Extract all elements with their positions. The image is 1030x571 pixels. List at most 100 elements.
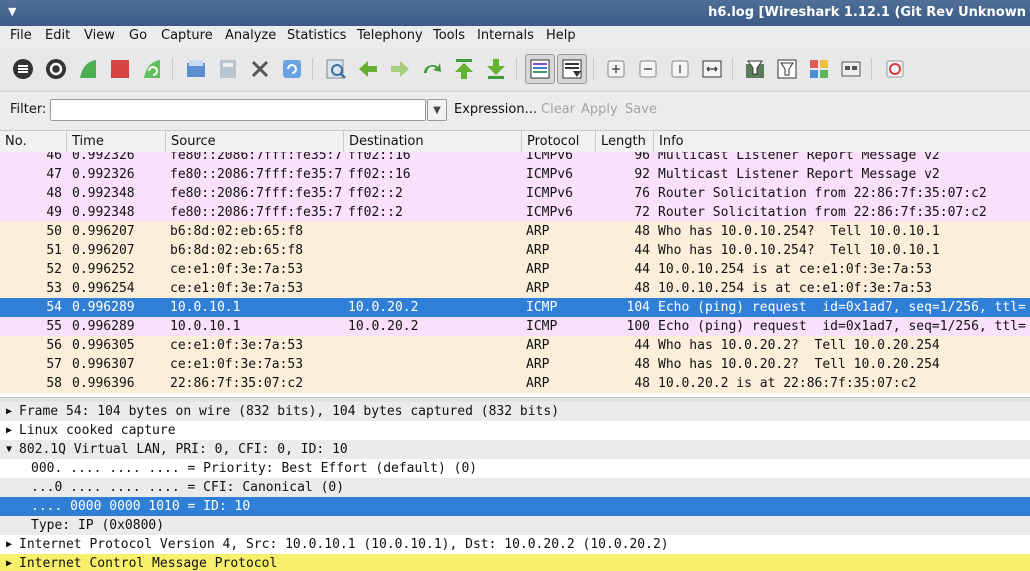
open-file-icon[interactable]: [183, 56, 209, 82]
column-header-length[interactable]: Length: [596, 131, 654, 152]
packet-row[interactable]: 57 0.996307 ce:e1:0f:3e:7a:53 ARP 48 Who has …: [0, 355, 1030, 374]
capture-filters-icon[interactable]: [742, 56, 768, 82]
packet-row[interactable]: 56 0.996305 ce:e1:0f:3e:7a:53 ARP 44 Who has …: [0, 336, 1030, 355]
menu-help[interactable]: Help: [546, 28, 576, 43]
stop-capture-icon[interactable]: [107, 56, 133, 82]
interfaces-icon[interactable]: [10, 56, 36, 82]
save-file-icon[interactable]: [215, 56, 241, 82]
cell-protocol: ICMP: [526, 319, 558, 334]
packet-row[interactable]: 53 0.996254 ce:e1:0f:3e:7a:53 ARP 48 10.0.10.…: [0, 279, 1030, 298]
detail-tree-item[interactable]: 000. .... .... .... = Priority: Best Eff…: [0, 459, 1030, 478]
packet-row[interactable]: 54 0.996289 10.0.10.1 10.0.20.2 ICMP 104 Echo …: [0, 298, 1030, 317]
zoom-in-icon[interactable]: [603, 56, 629, 82]
menu-tools[interactable]: Tools: [433, 28, 465, 43]
cell-length: 72: [634, 205, 650, 220]
packet-row[interactable]: 47 0.992326 fe80::2086:7fff:fe35:7 ff02::16…: [0, 165, 1030, 184]
menu-edit[interactable]: Edit: [45, 28, 70, 43]
expand-closed-icon[interactable]: ▶: [6, 421, 12, 440]
close-file-icon[interactable]: [247, 56, 273, 82]
detail-tree-item[interactable]: ...0 .... .... .... = CFI: Canonical (0): [0, 478, 1030, 497]
restart-capture-icon[interactable]: [139, 56, 165, 82]
options-icon[interactable]: [43, 56, 69, 82]
cell-source: 22:86:7f:35:07:c2: [170, 376, 304, 391]
filter-bar: Filter: ▼ Expression... Clear Apply Save: [0, 92, 1030, 131]
go-first-icon[interactable]: [451, 56, 477, 82]
reload-icon[interactable]: [279, 56, 305, 82]
colorize-icon[interactable]: [525, 54, 555, 84]
title-bar: ▼ h6.log [Wireshark 1.12.1 (Git Rev Unkn…: [0, 0, 1030, 26]
column-header-destination[interactable]: Destination: [344, 131, 522, 152]
go-last-icon[interactable]: [483, 56, 509, 82]
resize-columns-icon[interactable]: [699, 56, 725, 82]
cell-no: 48: [46, 186, 62, 201]
preferences-icon[interactable]: [838, 56, 864, 82]
cell-protocol: ICMPv6: [526, 186, 573, 201]
cell-info: Router Solicitation from 22:86:7f:35:07:…: [658, 205, 987, 220]
menu-telephony[interactable]: Telephony: [357, 28, 423, 43]
column-header-source[interactable]: Source: [166, 131, 344, 152]
filter-label: Filter:: [10, 102, 47, 117]
window-menu-icon[interactable]: ▼: [8, 5, 16, 18]
column-header-time[interactable]: Time: [67, 131, 166, 152]
detail-tree-item[interactable]: ▼ 802.1Q Virtual LAN, PRI: 0, CFI: 0, ID:…: [0, 440, 1030, 459]
normal-size-icon[interactable]: [667, 56, 693, 82]
packet-row[interactable]: 52 0.996252 ce:e1:0f:3e:7a:53 ARP 44 10.0.10.…: [0, 260, 1030, 279]
menu-go[interactable]: Go: [129, 28, 147, 43]
expand-open-icon[interactable]: ▼: [6, 440, 12, 459]
menu-view[interactable]: View: [84, 28, 115, 43]
menu-file[interactable]: File: [10, 28, 32, 43]
packet-row[interactable]: 48 0.992348 fe80::2086:7fff:fe35:7 ff02::2 I…: [0, 184, 1030, 203]
detail-tree-item[interactable]: ▶ Internet Control Message Protocol: [0, 554, 1030, 571]
chevron-down-icon: ▼: [433, 104, 441, 116]
cell-time: 0.996396: [72, 376, 135, 391]
cell-no: 58: [46, 376, 62, 391]
filter-input[interactable]: [50, 99, 426, 121]
coloring-rules-icon[interactable]: [806, 56, 832, 82]
help-icon[interactable]: [882, 56, 908, 82]
cell-time: 0.992326: [72, 152, 135, 163]
cell-protocol: ARP: [526, 338, 550, 353]
cell-protocol: ARP: [526, 224, 550, 239]
filter-dropdown-button[interactable]: ▼: [427, 99, 447, 121]
packet-details-pane[interactable]: ▶ Frame 54: 104 bytes on wire (832 bits),…: [0, 402, 1030, 571]
start-capture-icon[interactable]: [75, 56, 101, 82]
detail-tree-item[interactable]: .... 0000 0000 1010 = ID: 10: [0, 497, 1030, 516]
detail-tree-item[interactable]: ▶ Internet Protocol Version 4, Src: 10.0.…: [0, 535, 1030, 554]
expand-closed-icon[interactable]: ▶: [6, 554, 12, 571]
cell-source: fe80::2086:7fff:fe35:7: [170, 152, 342, 163]
menu-capture[interactable]: Capture: [161, 28, 213, 43]
packet-row[interactable]: 46 0.992326 fe80::2086:7fff:fe35:7 ff02::16…: [0, 152, 1030, 165]
packet-row[interactable]: 50 0.996207 b6:8d:02:eb:65:f8 ARP 48 Who has …: [0, 222, 1030, 241]
menu-statistics[interactable]: Statistics: [287, 28, 346, 43]
column-header-no[interactable]: No.: [0, 131, 67, 152]
zoom-out-icon[interactable]: [635, 56, 661, 82]
expand-closed-icon[interactable]: ▶: [6, 535, 12, 554]
go-back-icon[interactable]: [355, 56, 381, 82]
clear-button[interactable]: Clear: [541, 102, 575, 117]
menu-analyze[interactable]: Analyze: [225, 28, 276, 43]
apply-button[interactable]: Apply: [581, 102, 618, 117]
cell-info: 10.0.10.254 is at ce:e1:0f:3e:7a:53: [658, 262, 932, 277]
column-header-protocol[interactable]: Protocol: [522, 131, 596, 152]
display-filters-icon[interactable]: [774, 56, 800, 82]
cell-protocol: ICMPv6: [526, 152, 573, 163]
packet-list[interactable]: 46 0.992326 fe80::2086:7fff:fe35:7 ff02::16…: [0, 152, 1030, 397]
packet-row[interactable]: 49 0.992348 fe80::2086:7fff:fe35:7 ff02::2 I…: [0, 203, 1030, 222]
detail-tree-item[interactable]: Type: IP (0x0800): [0, 516, 1030, 535]
expand-closed-icon[interactable]: ▶: [6, 402, 12, 421]
find-packet-icon[interactable]: [323, 56, 349, 82]
menu-internals[interactable]: Internals: [477, 28, 534, 43]
save-filter-button[interactable]: Save: [625, 102, 657, 117]
cell-protocol: ICMPv6: [526, 167, 573, 182]
packet-row[interactable]: 55 0.996289 10.0.10.1 10.0.20.2 ICMP 100 Echo …: [0, 317, 1030, 336]
toolbar-separator: [516, 58, 517, 80]
go-forward-icon[interactable]: [387, 56, 413, 82]
column-header-info[interactable]: Info: [654, 131, 1030, 152]
detail-tree-item[interactable]: ▶ Linux cooked capture: [0, 421, 1030, 440]
autoscroll-icon[interactable]: [557, 54, 587, 84]
go-to-packet-icon[interactable]: [419, 56, 445, 82]
packet-row[interactable]: 58 0.996396 22:86:7f:35:07:c2 ARP 48 10.0.20.…: [0, 374, 1030, 393]
packet-row[interactable]: 51 0.996207 b6:8d:02:eb:65:f8 ARP 44 Who has …: [0, 241, 1030, 260]
expression-button[interactable]: Expression...: [454, 102, 537, 117]
detail-tree-item[interactable]: ▶ Frame 54: 104 bytes on wire (832 bits),…: [0, 402, 1030, 421]
